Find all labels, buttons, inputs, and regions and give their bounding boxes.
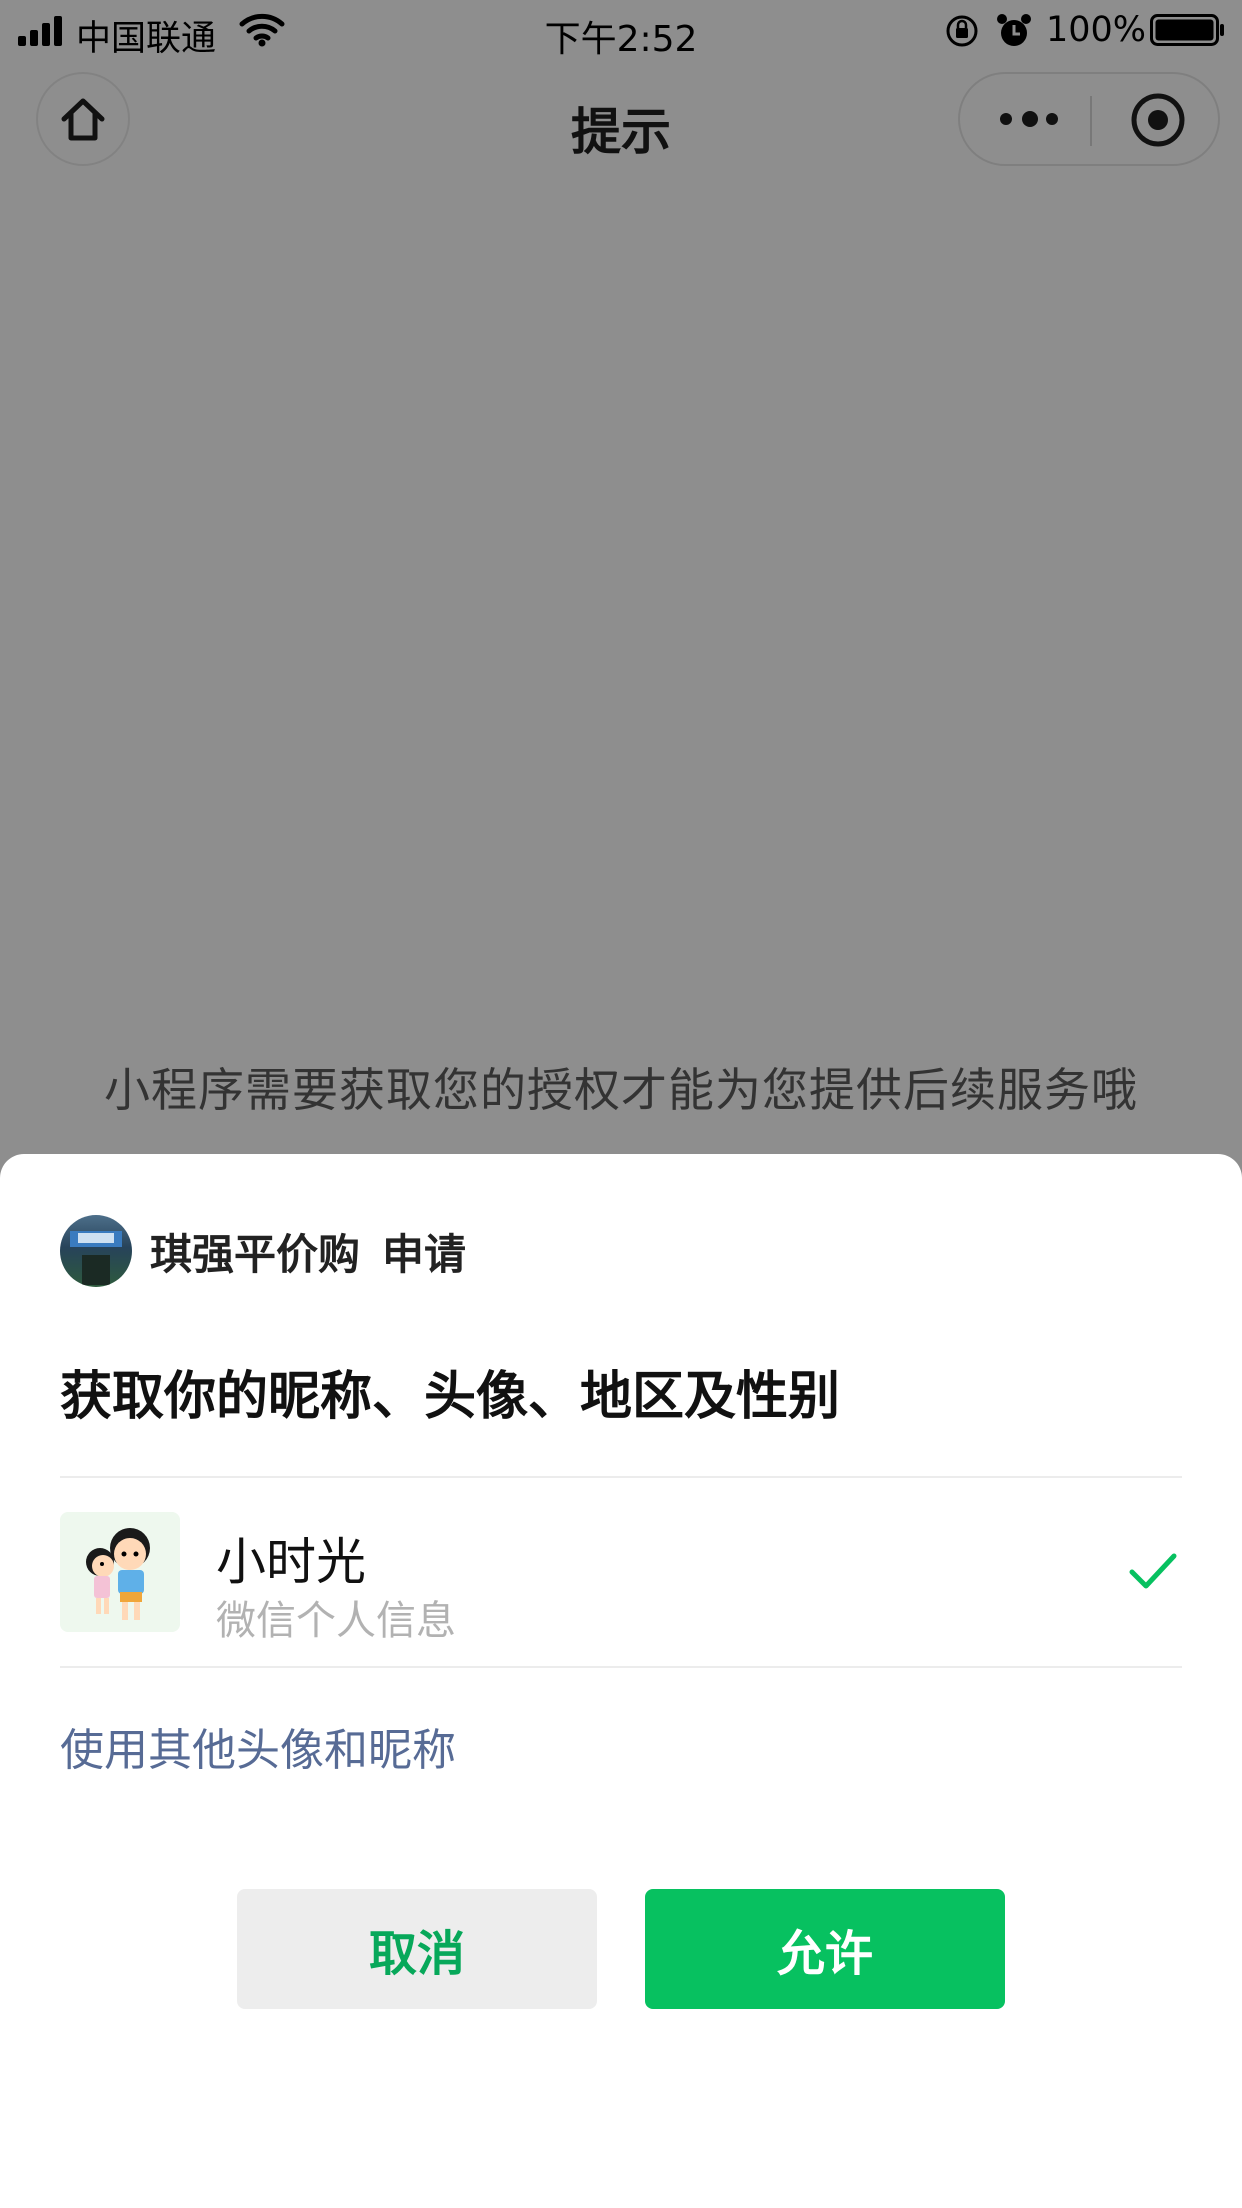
close-miniprogram-button[interactable] <box>1130 92 1186 148</box>
capsule-menu <box>958 72 1220 166</box>
target-icon <box>1148 110 1168 130</box>
rotation-lock-icon <box>946 15 978 47</box>
battery-icon <box>1150 14 1224 46</box>
app-name: 琪强平价购 <box>150 1229 361 1279</box>
alarm-icon <box>997 14 1031 46</box>
cancel-button[interactable]: 取消 <box>237 1889 597 2009</box>
more-button[interactable] <box>1000 104 1060 134</box>
authorization-prompt: 小程序需要获取您的授权才能为您提供后续服务哦 <box>104 1063 1138 1117</box>
allow-button[interactable]: 允许 <box>645 1889 1005 2009</box>
apply-label: 申请 <box>382 1229 467 1279</box>
account-option[interactable]: 小时光 微信个人信息 <box>60 1512 1182 1644</box>
nav-bar: 提示 <box>0 62 1242 192</box>
auth-sheet: 琪强平价购 申请 获取你的昵称、头像、地区及性别 小时光 微信个人信息 使用其他… <box>0 1154 1242 2208</box>
status-bar: 中国联通 下午2:52 100% <box>0 0 1242 62</box>
account-name: 小时光 <box>216 1533 366 1591</box>
divider <box>60 1476 1182 1478</box>
app-header: 琪强平价购 申请 <box>60 1214 466 1288</box>
more-icon <box>1000 113 1012 125</box>
avatar <box>60 1512 180 1632</box>
account-subtitle: 微信个人信息 <box>216 1598 456 1644</box>
use-other-avatar-link[interactable]: 使用其他头像和昵称 <box>60 1714 456 1778</box>
capsule-divider <box>1090 96 1092 146</box>
divider <box>60 1666 1182 1668</box>
request-title: 获取你的昵称、头像、地区及性别 <box>60 1367 841 1427</box>
check-icon <box>1129 1553 1177 1589</box>
app-avatar <box>60 1215 132 1287</box>
battery-percent: 100% <box>1046 10 1147 50</box>
